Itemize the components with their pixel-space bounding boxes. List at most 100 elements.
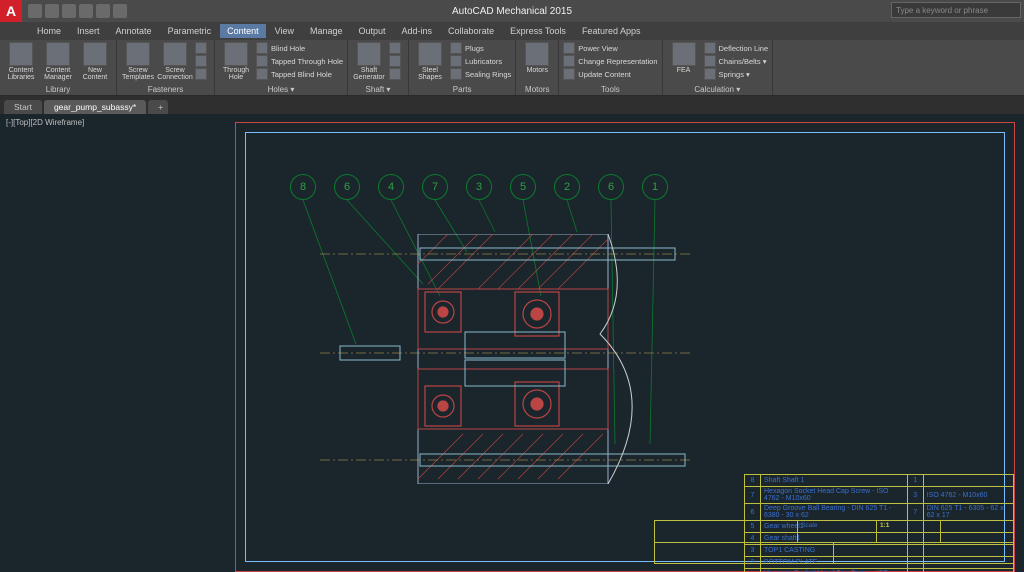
ribbon-button[interactable]: NewContent <box>78 42 112 82</box>
tab-featured[interactable]: Featured Apps <box>575 24 648 38</box>
doc-tab-start[interactable]: Start <box>4 100 42 114</box>
tab-parametric[interactable]: Parametric <box>161 24 219 38</box>
ribbon-icon <box>672 42 696 66</box>
ribbon-button-small[interactable]: Plugs <box>450 42 511 54</box>
drawing-canvas[interactable]: [-][Top][2D Wireframe] 864735261 <box>0 114 1024 572</box>
ribbon-button-small[interactable]: Chains/Belts ▾ <box>704 55 769 67</box>
doc-tab-add[interactable]: + <box>148 100 168 114</box>
ribbon-button-small[interactable] <box>195 68 210 80</box>
doc-tab-current[interactable]: gear_pump_subassy* <box>44 100 146 114</box>
tab-manage[interactable]: Manage <box>303 24 350 38</box>
panel-label[interactable]: Library <box>4 85 112 95</box>
tab-home[interactable]: Home <box>30 24 68 38</box>
ribbon-button[interactable]: ScrewTemplates <box>121 42 155 82</box>
tab-view[interactable]: View <box>268 24 301 38</box>
ribbon-button-small[interactable]: Tapped Through Hole <box>256 55 343 67</box>
ribbon-button-small[interactable] <box>195 55 210 67</box>
panel-label[interactable]: Tools <box>563 85 657 95</box>
qat-redo-icon[interactable] <box>96 4 110 18</box>
app-logo[interactable]: A <box>0 0 22 22</box>
panel-label[interactable]: Calculation ▾ <box>667 85 769 95</box>
panel-holes-: ThroughHoleBlind HoleTapped Through Hole… <box>215 40 348 95</box>
balloon-7[interactable]: 7 <box>422 174 448 200</box>
balloon-1[interactable]: 1 <box>642 174 668 200</box>
balloon-4[interactable]: 4 <box>378 174 404 200</box>
ribbon-button-small[interactable]: Update Content <box>563 68 657 80</box>
ribbon-icon <box>224 42 248 66</box>
qat-undo-icon[interactable] <box>79 4 93 18</box>
ribbon-button-small[interactable] <box>389 42 404 54</box>
ribbon-button-small[interactable]: Sealing Rings <box>450 68 511 80</box>
ribbon-button-small[interactable]: Tapped Blind Hole <box>256 68 343 80</box>
tab-collaborate[interactable]: Collaborate <box>441 24 501 38</box>
qat-print-icon[interactable] <box>113 4 127 18</box>
ribbon-icon <box>83 42 107 66</box>
ribbon-icon <box>163 42 187 66</box>
search-input[interactable]: Type a keyword or phrase <box>891 2 1021 18</box>
ribbon-icon <box>46 42 70 66</box>
ribbon-icon <box>563 42 575 54</box>
ribbon-button-small[interactable]: Power View <box>563 42 657 54</box>
panel-label[interactable]: Parts <box>413 85 511 95</box>
ribbon-button[interactable]: SteelShapes <box>413 42 447 82</box>
ribbon-icon <box>450 42 462 54</box>
ribbon-icon <box>195 55 207 67</box>
ribbon-icon <box>525 42 549 66</box>
ribbon-icon <box>195 68 207 80</box>
title-bar: A AutoCAD Mechanical 2015 Type a keyword… <box>0 0 1024 22</box>
bom-row: 1Hexagon Socket Head Cap Screw - ISO 476… <box>745 569 1014 572</box>
ribbon-button[interactable]: FEA <box>667 42 701 74</box>
ribbon-icon <box>195 42 207 54</box>
ribbon-icon <box>9 42 33 66</box>
qat-new-icon[interactable] <box>28 4 42 18</box>
ribbon-button[interactable]: ShaftGenerator <box>352 42 386 82</box>
ribbon-icon <box>256 42 268 54</box>
ribbon-button[interactable]: ContentManager <box>41 42 75 82</box>
ribbon-button[interactable]: ContentLibraries <box>4 42 38 82</box>
ribbon-icon <box>704 55 716 67</box>
ribbon-button-small[interactable]: Change Representation <box>563 55 657 67</box>
balloon-3[interactable]: 3 <box>466 174 492 200</box>
ribbon-button[interactable]: ScrewConnection <box>158 42 192 82</box>
scale-value: 1:1 <box>877 521 941 542</box>
tab-annotate[interactable]: Annotate <box>109 24 159 38</box>
ribbon-icon <box>418 42 442 66</box>
balloon-2[interactable]: 2 <box>554 174 580 200</box>
panel-label[interactable]: Fasteners <box>121 85 210 95</box>
bom-row: 8Shaft Shaft 11 <box>745 475 1014 487</box>
panel-library: ContentLibrariesContentManagerNewContent… <box>0 40 117 95</box>
panel-fasteners: ScrewTemplatesScrewConnection Fasteners <box>117 40 215 95</box>
ribbon-button-small[interactable] <box>389 68 404 80</box>
ribbon-button-small[interactable]: Springs ▾ <box>704 68 769 80</box>
panel-label[interactable]: Motors <box>520 85 554 95</box>
ribbon-button-small[interactable]: Deflection Line <box>704 42 769 54</box>
ribbon-icon <box>704 42 716 54</box>
balloon-6[interactable]: 6 <box>334 174 360 200</box>
tab-insert[interactable]: Insert <box>70 24 107 38</box>
ribbon-button-small[interactable]: Lubricators <box>450 55 511 67</box>
ribbon-icon <box>704 68 716 80</box>
tab-output[interactable]: Output <box>352 24 393 38</box>
tab-content[interactable]: Content <box>220 24 266 38</box>
ribbon-icon <box>563 55 575 67</box>
ribbon-button[interactable]: ThroughHole <box>219 42 253 82</box>
panel-label[interactable]: Shaft ▾ <box>352 85 404 95</box>
tab-express[interactable]: Express Tools <box>503 24 573 38</box>
balloon-5[interactable]: 5 <box>510 174 536 200</box>
ribbon-button[interactable]: Motors <box>520 42 554 74</box>
qat-save-icon[interactable] <box>62 4 76 18</box>
app-title: AutoCAD Mechanical 2015 <box>452 6 572 17</box>
ribbon-icon <box>450 68 462 80</box>
balloon-8[interactable]: 8 <box>290 174 316 200</box>
ribbon-icon <box>389 68 401 80</box>
bom-row: 7Hexagon Socket Head Cap Screw - ISO 476… <box>745 487 1014 504</box>
ribbon-button-small[interactable] <box>389 55 404 67</box>
ribbon-button-small[interactable]: Blind Hole <box>256 42 343 54</box>
qat-open-icon[interactable] <box>45 4 59 18</box>
ribbon-button-small[interactable] <box>195 42 210 54</box>
ribbon-icon <box>357 42 381 66</box>
panel-label[interactable]: Holes ▾ <box>219 85 343 95</box>
assembly-drawing <box>320 234 690 484</box>
tab-addins[interactable]: Add-ins <box>395 24 440 38</box>
balloon-6[interactable]: 6 <box>598 174 624 200</box>
